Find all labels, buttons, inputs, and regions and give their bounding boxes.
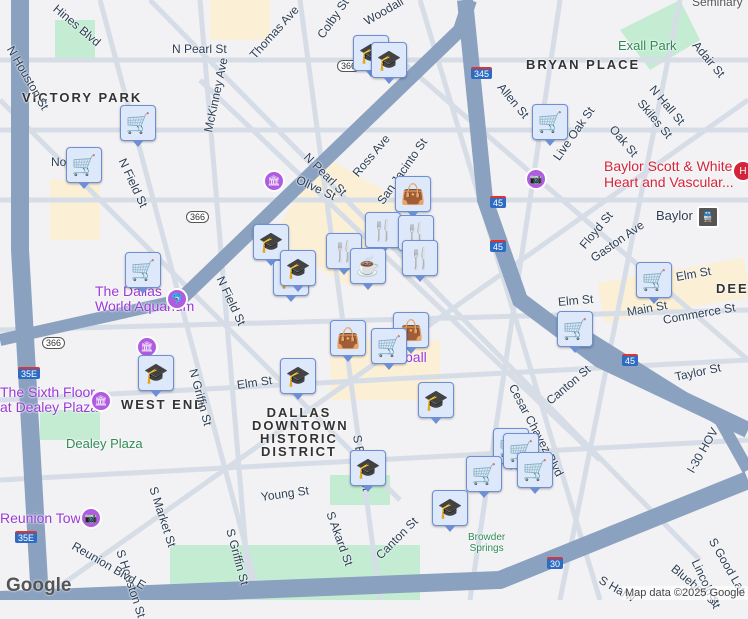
grocery-marker[interactable]: 🛒 [532, 104, 568, 146]
street-partial: No [51, 155, 67, 169]
grocery-icon: 🛒 [522, 459, 548, 482]
grocery-marker[interactable]: 🛒 [557, 311, 593, 353]
aquarium-icon[interactable]: 🐬 [166, 288, 188, 310]
grocery-icon: 🛒 [376, 335, 402, 358]
google-logo: Google [6, 575, 72, 596]
area-seminary: Seminary [692, 0, 743, 9]
grocery-icon: 🛒 [471, 463, 497, 486]
restaurant-marker[interactable]: 🍴 [365, 212, 401, 254]
museum-icon[interactable]: 🏛 [263, 170, 285, 192]
education-marker[interactable]: 🎓 [350, 450, 386, 492]
shield-i45: 45 [490, 240, 507, 252]
education-marker[interactable]: 🎓 [138, 355, 174, 397]
education-marker[interactable]: 🎓 [280, 358, 316, 400]
grocery-icon: 🛒 [562, 318, 588, 341]
area-bryan-place: BRYAN PLACE [526, 57, 641, 72]
grocery-marker[interactable]: 🛒 [517, 452, 553, 494]
camera-icon[interactable]: 📷 [525, 168, 547, 190]
park-exall[interactable]: Exall Park [618, 38, 677, 53]
poi-line: The Sixth Floor [0, 384, 95, 400]
education-marker[interactable]: 🎓 [418, 382, 454, 424]
education-icon: 🎓 [376, 49, 402, 72]
grocery-marker[interactable]: 🛒 [466, 456, 502, 498]
grocery-icon: 🛒 [71, 154, 97, 177]
historic-line: DISTRICT [261, 444, 337, 459]
grocery-icon: 🛒 [641, 269, 667, 292]
poi-line: Heart and Vascular... [604, 174, 734, 190]
education-icon: 🎓 [285, 257, 311, 280]
cafe-marker[interactable]: ☕ [350, 248, 386, 290]
poi-line: at Dealey Plaza [0, 399, 99, 415]
education-icon: 🎓 [285, 365, 311, 388]
park-browder-line: Springs [469, 543, 504, 554]
shopping-icon: 👜 [400, 183, 426, 206]
park-browder[interactable]: Browder Springs [468, 532, 505, 554]
shield-i30: 30 [547, 557, 564, 569]
shield-i45: 45 [490, 196, 507, 208]
grocery-marker[interactable]: 🛒 [636, 262, 672, 304]
camera-icon[interactable]: 📷 [80, 507, 102, 529]
grocery-icon: 🛒 [130, 259, 156, 282]
museum-icon[interactable]: 🏛 [90, 390, 112, 412]
shield-sr366: 366 [42, 337, 66, 349]
shopping-icon: 👜 [335, 327, 361, 350]
shield-i35e: 35E [18, 367, 41, 379]
education-icon: 🎓 [355, 457, 381, 480]
poi-baylor-hospital[interactable]: Baylor Scott & White Heart and Vascular..… [604, 158, 734, 190]
restaurant-marker[interactable]: 🍴 [402, 240, 438, 282]
education-marker[interactable]: 🎓 [280, 250, 316, 292]
education-icon: 🎓 [143, 362, 169, 385]
area-deep-ellum: DEEP [716, 281, 748, 296]
restaurant-icon: 🍴 [407, 247, 433, 270]
train-station-icon[interactable]: 🚆 [697, 206, 719, 228]
grocery-marker[interactable]: 🛒 [371, 328, 407, 370]
park-browder-line: Browder [468, 532, 506, 543]
shield-i345: 345 [471, 67, 493, 79]
grocery-marker[interactable]: 🛒 [125, 252, 161, 294]
grocery-icon: 🛒 [537, 111, 563, 134]
shopping-marker[interactable]: 👜 [395, 176, 431, 218]
area-historic-district: DALLAS DOWNTOWN HISTORIC DISTRICT [252, 406, 347, 459]
education-icon: 🎓 [423, 389, 449, 412]
grocery-marker[interactable]: 🛒 [66, 147, 102, 189]
map-attribution[interactable]: Map data ©2025 Google [621, 586, 748, 600]
restaurant-icon: 🍴 [370, 219, 396, 242]
education-icon: 🎓 [437, 497, 463, 520]
shield-i35e: 35E [15, 531, 38, 543]
grocery-marker[interactable]: 🛒 [120, 105, 156, 147]
shield-i45: 45 [622, 354, 639, 366]
poi-sixth-floor[interactable]: The Sixth Floor at Dealey Plaza [0, 385, 98, 415]
education-marker[interactable]: 🎓 [432, 490, 468, 532]
park-dealey[interactable]: Dealey Plaza [66, 436, 143, 451]
hospital-icon[interactable]: H [732, 160, 748, 182]
cafe-icon: ☕ [355, 255, 381, 278]
grocery-icon: 🛒 [125, 112, 151, 135]
station-baylor[interactable]: Baylor [656, 208, 693, 223]
shopping-marker[interactable]: 👜 [330, 320, 366, 362]
street-n-pearl: N Pearl St [172, 42, 227, 56]
education-marker[interactable]: 🎓 [371, 42, 407, 84]
shield-sr366: 366 [186, 211, 210, 223]
poi-line: Baylor Scott & White [604, 158, 733, 174]
